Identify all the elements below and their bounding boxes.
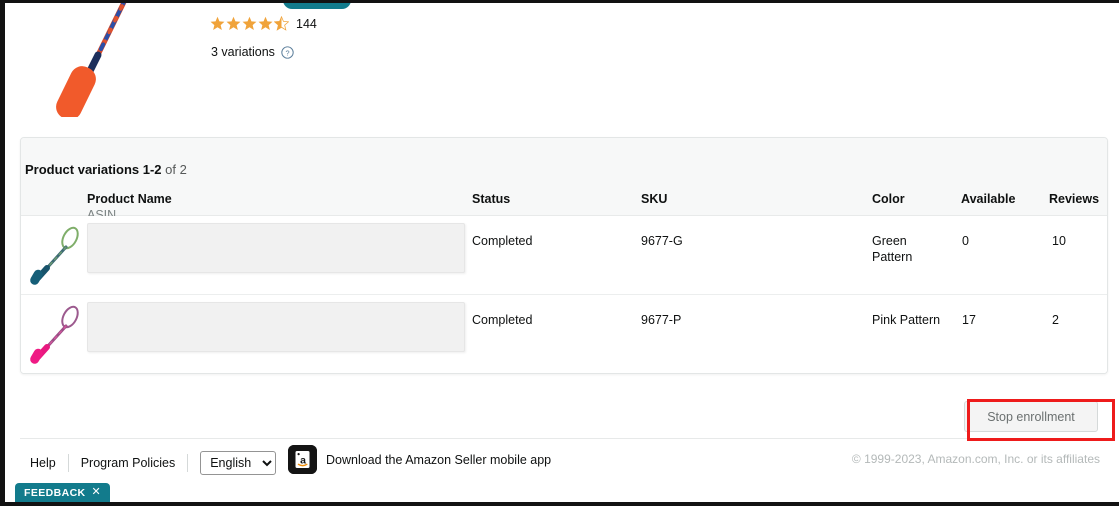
- close-icon[interactable]: ✕: [92, 487, 102, 498]
- question-circle-icon[interactable]: ?: [281, 45, 294, 59]
- variations-label: 3 variations: [211, 45, 275, 59]
- stop-enrollment-button[interactable]: Stop enrollment: [964, 401, 1098, 432]
- hero-product-image: [35, 0, 175, 120]
- window-edge-top: [0, 0, 1119, 3]
- row-color: Green Pattern: [872, 234, 913, 264]
- footer-links: Help Program Policies English: [28, 451, 277, 475]
- column-header-color: Color: [872, 192, 905, 206]
- row-sku: 9677-P: [641, 313, 682, 327]
- mobile-app-text: Download the Amazon Seller mobile app: [326, 452, 552, 467]
- svg-text:?: ?: [285, 48, 289, 57]
- row-reviews: 10: [1052, 234, 1066, 248]
- rating-row[interactable]: 144: [210, 16, 317, 31]
- footer-link-program-policies[interactable]: Program Policies: [69, 453, 187, 473]
- row-color: Pink Pattern: [872, 313, 941, 327]
- row-status: Completed: [472, 234, 533, 248]
- page-root: 144 3 variations ? Product variations 1-…: [0, 0, 1119, 506]
- star-rating-icon[interactable]: [210, 16, 289, 31]
- variations-title: Product variations 1-2 of 2: [25, 162, 187, 177]
- language-select[interactable]: English: [200, 451, 277, 475]
- window-edge-bottom: [0, 502, 1119, 506]
- column-header-sku: SKU: [641, 192, 668, 206]
- mobile-app-promo[interactable]: a Download the Amazon Seller mobile app: [288, 445, 551, 474]
- row-thumbnail-pink[interactable]: [25, 301, 91, 367]
- variations-card-header: Product variations 1-2 of 2 Product Name…: [21, 138, 1107, 222]
- rating-count: 144: [296, 16, 317, 31]
- window-edge-left: [0, 0, 5, 506]
- table-row[interactable]: Completed 9677-P Pink Pattern 17 2: [21, 295, 1107, 373]
- row-product-name-redacted[interactable]: [87, 223, 465, 273]
- copyright-text: © 1999-2023, Amazon.com, Inc. or its aff…: [851, 452, 1100, 466]
- page-footer: Help Program Policies English a Download…: [20, 439, 1106, 487]
- column-header-product-name-label: Product Name: [87, 192, 172, 206]
- feedback-tab[interactable]: FEEDBACK ✕: [15, 483, 111, 502]
- column-header-status: Status: [472, 192, 511, 206]
- row-thumbnail-green[interactable]: [25, 222, 91, 288]
- product-summary: 144 3 variations ?: [5, 0, 1119, 120]
- table-row[interactable]: Completed 9677-G Green Pattern 0 10: [21, 216, 1107, 295]
- variations-title-light: of 2: [165, 162, 187, 177]
- row-product-name-redacted[interactable]: [87, 302, 465, 352]
- product-variations-card: Product variations 1-2 of 2 Product Name…: [20, 137, 1108, 374]
- actions-bar: Stop enrollment: [20, 396, 1106, 438]
- row-available: 0: [962, 234, 969, 248]
- row-sku: 9677-G: [641, 234, 683, 248]
- row-reviews: 2: [1052, 313, 1059, 327]
- variations-summary: 3 variations ?: [211, 45, 294, 59]
- row-status: Completed: [472, 313, 533, 327]
- amazon-seller-app-icon[interactable]: a: [288, 445, 317, 474]
- column-header-available: Available: [961, 192, 1016, 206]
- variations-rows: Completed 9677-G Green Pattern 0 10 Comp…: [21, 216, 1107, 373]
- row-available: 17: [962, 313, 976, 327]
- footer-separator: [187, 454, 189, 472]
- variations-title-bold: Product variations 1-2: [25, 162, 162, 177]
- feedback-label: FEEDBACK: [24, 486, 86, 499]
- column-header-reviews: Reviews: [1049, 192, 1100, 206]
- footer-link-help[interactable]: Help: [28, 453, 68, 473]
